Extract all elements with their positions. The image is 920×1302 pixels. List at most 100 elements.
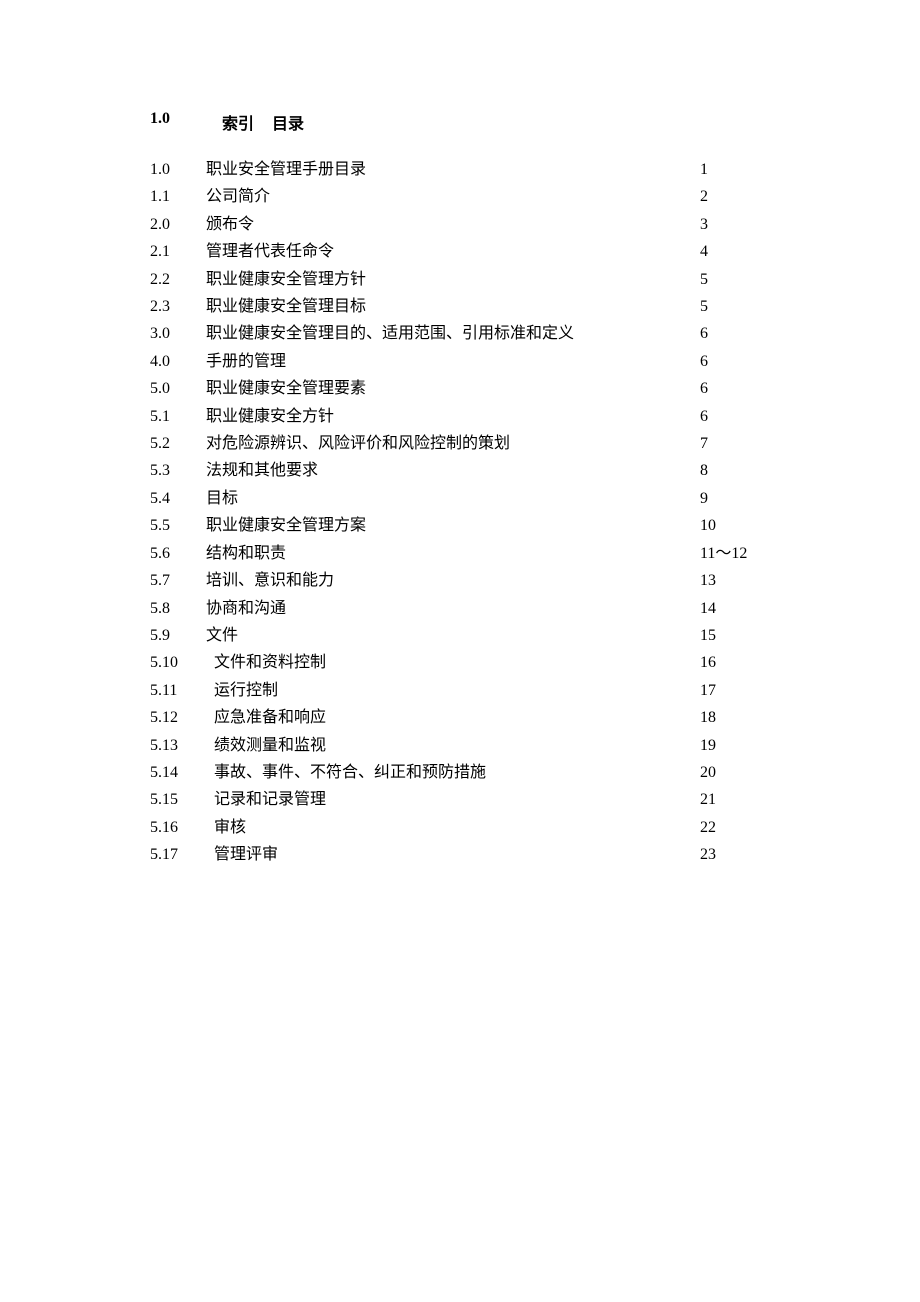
toc-entry-title: 文件和资料控制	[206, 649, 700, 676]
toc-entry-number: 5.2	[150, 430, 206, 457]
toc-entry-page: 23	[700, 841, 770, 868]
toc-row: 5.7培训、意识和能力13	[150, 567, 770, 594]
toc-entry-page: 16	[700, 649, 770, 676]
toc-entry-title: 应急准备和响应	[206, 704, 700, 731]
toc-entry-title: 运行控制	[206, 677, 700, 704]
toc-entry-page: 13	[700, 567, 770, 594]
toc-entry-page: 9	[700, 485, 770, 512]
toc-row: 5.3法规和其他要求8	[150, 457, 770, 484]
toc-entry-number: 5.8	[150, 595, 206, 622]
toc-row: 5.16审核22	[150, 814, 770, 841]
toc-entry-number: 5.12	[150, 704, 206, 731]
toc-entry-title: 管理者代表任命令	[206, 238, 700, 265]
toc-row: 3.0职业健康安全管理目的、适用范围、引用标准和定义6	[150, 320, 770, 347]
toc-row: 5.5职业健康安全管理方案10	[150, 512, 770, 539]
toc-row: 2.0颁布令3	[150, 211, 770, 238]
toc-entry-number: 5.0	[150, 375, 206, 402]
toc-entry-number: 5.1	[150, 403, 206, 430]
toc-row: 1.0职业安全管理手册目录1	[150, 156, 770, 183]
toc-entry-number: 5.13	[150, 732, 206, 759]
toc-row: 5.1职业健康安全方针6	[150, 403, 770, 430]
toc-row: 5.6结构和职责11～12	[150, 540, 770, 567]
toc-row: 5.10文件和资料控制16	[150, 649, 770, 676]
header-label: 索引目录	[222, 110, 304, 134]
toc-entry-title: 公司简介	[206, 183, 700, 210]
toc-entry-number: 5.14	[150, 759, 206, 786]
toc-entry-title: 对危险源辨识、风险评价和风险控制的策划	[206, 430, 700, 457]
toc-entry-title: 颁布令	[206, 211, 700, 238]
toc-entry-number: 1.1	[150, 183, 206, 210]
toc-row: 5.11运行控制17	[150, 677, 770, 704]
toc-entry-title: 职业健康安全管理目的、适用范围、引用标准和定义	[206, 320, 700, 347]
toc-row: 5.8协商和沟通14	[150, 595, 770, 622]
toc-row: 5.9文件15	[150, 622, 770, 649]
toc-entry-title: 管理评审	[206, 841, 700, 868]
toc-entry-page: 6	[700, 403, 770, 430]
toc-entry-page: 3	[700, 211, 770, 238]
toc-row: 5.15记录和记录管理21	[150, 786, 770, 813]
toc-row: 5.12应急准备和响应18	[150, 704, 770, 731]
toc-entry-page: 21	[700, 786, 770, 813]
header-number: 1.0	[150, 110, 206, 134]
toc-row: 5.2对危险源辨识、风险评价和风险控制的策划7	[150, 430, 770, 457]
toc-row: 2.3职业健康安全管理目标5	[150, 293, 770, 320]
toc-entry-page: 18	[700, 704, 770, 731]
toc-entry-page: 20	[700, 759, 770, 786]
toc-entry-page: 7	[700, 430, 770, 457]
toc-row: 1.1公司简介2	[150, 183, 770, 210]
toc-entry-number: 5.6	[150, 540, 206, 567]
toc-entry-number: 5.9	[150, 622, 206, 649]
toc-entry-number: 5.4	[150, 485, 206, 512]
toc-row: 5.0职业健康安全管理要素6	[150, 375, 770, 402]
toc-row: 5.17管理评审23	[150, 841, 770, 868]
toc-entry-page: 19	[700, 732, 770, 759]
toc-row: 2.2职业健康安全管理方针5	[150, 266, 770, 293]
toc-entry-number: 5.5	[150, 512, 206, 539]
toc-entry-page: 1	[700, 156, 770, 183]
toc-entry-page: 5	[700, 266, 770, 293]
toc-entry-page: 6	[700, 375, 770, 402]
toc-entry-page: 17	[700, 677, 770, 704]
toc-entry-number: 2.0	[150, 211, 206, 238]
toc-entry-title: 结构和职责	[206, 540, 700, 567]
toc-entry-page: 11～12	[700, 540, 770, 567]
toc-entry-number: 5.10	[150, 649, 206, 676]
toc-entry-number: 2.1	[150, 238, 206, 265]
toc-entry-number: 2.2	[150, 266, 206, 293]
toc-entry-number: 4.0	[150, 348, 206, 375]
toc-header: 1.0 索引目录	[150, 110, 770, 134]
header-label-part2: 目录	[272, 116, 304, 133]
toc-entry-page: 22	[700, 814, 770, 841]
toc-entry-title: 职业健康安全管理要素	[206, 375, 700, 402]
toc-row: 5.4目标9	[150, 485, 770, 512]
toc-entry-title: 绩效测量和监视	[206, 732, 700, 759]
toc-entry-title: 文件	[206, 622, 700, 649]
toc-entry-number: 5.16	[150, 814, 206, 841]
toc-entry-title: 职业健康安全管理目标	[206, 293, 700, 320]
toc-entry-title: 协商和沟通	[206, 595, 700, 622]
toc-entry-number: 5.17	[150, 841, 206, 868]
toc-entry-title: 职业安全管理手册目录	[206, 156, 700, 183]
toc-entry-title: 职业健康安全管理方针	[206, 266, 700, 293]
toc-entry-number: 3.0	[150, 320, 206, 347]
toc-row: 5.13绩效测量和监视19	[150, 732, 770, 759]
toc-entry-title: 培训、意识和能力	[206, 567, 700, 594]
toc-entry-title: 事故、事件、不符合、纠正和预防措施	[206, 759, 700, 786]
table-of-contents: 1.0职业安全管理手册目录11.1公司简介22.0颁布令32.1管理者代表任命令…	[150, 156, 770, 869]
toc-entry-page: 14	[700, 595, 770, 622]
toc-entry-page: 15	[700, 622, 770, 649]
toc-row: 2.1管理者代表任命令4	[150, 238, 770, 265]
toc-row: 4.0手册的管理6	[150, 348, 770, 375]
toc-row: 5.14事故、事件、不符合、纠正和预防措施20	[150, 759, 770, 786]
toc-entry-title: 审核	[206, 814, 700, 841]
toc-entry-number: 5.15	[150, 786, 206, 813]
toc-entry-page: 8	[700, 457, 770, 484]
toc-entry-title: 法规和其他要求	[206, 457, 700, 484]
toc-entry-page: 6	[700, 348, 770, 375]
toc-entry-number: 5.11	[150, 677, 206, 704]
toc-entry-page: 6	[700, 320, 770, 347]
toc-entry-number: 5.3	[150, 457, 206, 484]
toc-entry-title: 目标	[206, 485, 700, 512]
toc-entry-title: 职业健康安全方针	[206, 403, 700, 430]
toc-entry-page: 2	[700, 183, 770, 210]
